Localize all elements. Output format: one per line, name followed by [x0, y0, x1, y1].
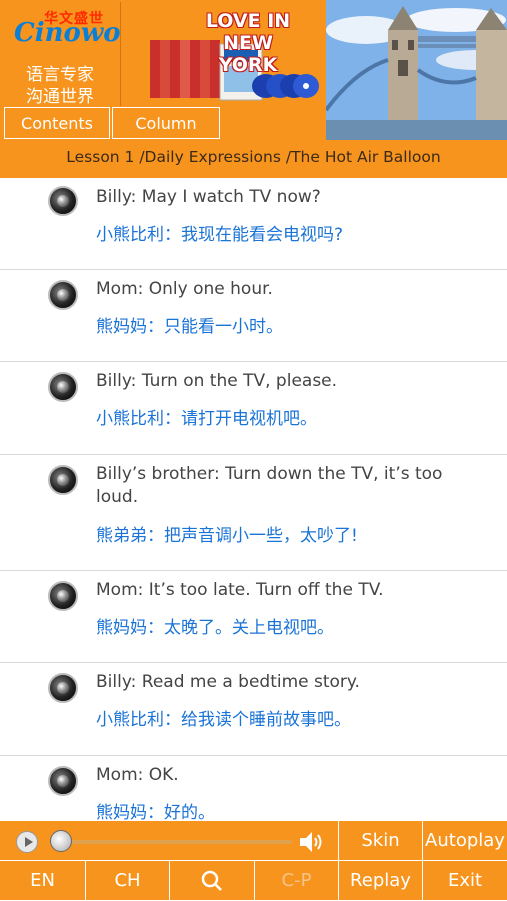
series-title: LOVE IN NEW YORK [198, 10, 298, 76]
english-line: Mom: OK. [96, 765, 179, 785]
search-button[interactable] [169, 860, 254, 900]
english-line: Mom: It’s too late. Turn off the TV. [96, 580, 384, 600]
english-button[interactable]: EN [0, 860, 85, 900]
progress-track[interactable] [62, 840, 292, 844]
chinese-line: 小熊比利：给我读个睡前故事吧。 [96, 710, 351, 730]
list-item[interactable]: Billy: Read me a bedtime story. 小熊比利：给我读… [0, 663, 507, 756]
contents-button[interactable]: Contents [4, 107, 110, 139]
chinese-line: 熊弟弟：把声音调小一些，太吵了! [96, 526, 358, 546]
column-button[interactable]: Column [112, 107, 220, 139]
play-icon[interactable] [16, 831, 38, 853]
speaker-icon[interactable] [48, 766, 78, 796]
list-item[interactable]: Billy: Turn on the TV, please. 小熊比利：请打开电… [0, 362, 507, 455]
chinese-line: 熊妈妈：好的。 [96, 803, 215, 820]
chinese-line: 熊妈妈：只能看一小时。 [96, 317, 283, 337]
english-line: Billy: May I watch TV now? [96, 187, 321, 207]
series-title-line-1: LOVE IN [205, 10, 291, 32]
english-line: Billy: Read me a bedtime story. [96, 672, 360, 692]
app-header: 华文盛世 Cinowo 语言专家 沟通世界 LOVE IN NEW YORK C… [0, 0, 507, 178]
search-icon [201, 870, 223, 891]
list-item[interactable]: Mom: OK. 熊妈妈：好的。 [0, 756, 507, 820]
chinese-line: 小熊比利：请打开电视机吧。 [96, 409, 317, 429]
chinese-line: 小熊比利：我现在能看会电视吗? [96, 225, 344, 245]
volume-icon[interactable] [298, 829, 326, 855]
player-toolbar: Skin Autoplay EN CH C-P Replay Exit [0, 820, 507, 900]
exit-button[interactable]: Exit [422, 860, 507, 900]
english-line: Billy’s brother: Turn down the TV, it’s … [96, 464, 443, 507]
audio-player [0, 820, 338, 860]
cinowo-logo: 华文盛世 Cinowo 语言专家 沟通世界 [4, 4, 121, 107]
english-line: Mom: Only one hour. [96, 279, 273, 299]
tower-bridge-photo [326, 0, 507, 140]
speaker-icon[interactable] [48, 581, 78, 611]
replay-button[interactable]: Replay [338, 860, 422, 900]
speaker-icon[interactable] [48, 372, 78, 402]
lesson-title: Lesson 1 /Daily Expressions /The Hot Air… [66, 148, 441, 166]
logo-wordmark: Cinowo [14, 18, 121, 48]
dialogue-list[interactable]: Billy: May I watch TV now? 小熊比利：我现在能看会电视… [0, 178, 507, 820]
speaker-icon[interactable] [48, 465, 78, 495]
chinese-button[interactable]: CH [85, 860, 169, 900]
tagline-line-2: 沟通世界 [26, 87, 94, 107]
speaker-icon[interactable] [48, 673, 78, 703]
progress-knob[interactable] [50, 830, 72, 852]
list-item[interactable]: Billy: May I watch TV now? 小熊比利：我现在能看会电视… [0, 178, 507, 270]
speaker-icon[interactable] [48, 186, 78, 216]
speaker-icon[interactable] [48, 280, 78, 310]
list-item[interactable]: Billy’s brother: Turn down the TV, it’s … [0, 455, 507, 571]
skin-button[interactable]: Skin [338, 820, 422, 860]
chinese-pinyin-button[interactable]: C-P [254, 860, 338, 900]
list-item[interactable]: Mom: Only one hour. 熊妈妈：只能看一小时。 [0, 270, 507, 362]
autoplay-button[interactable]: Autoplay [422, 820, 507, 860]
header-divider [120, 2, 121, 106]
series-title-line-2: NEW YORK [218, 32, 278, 76]
english-line: Billy: Turn on the TV, please. [96, 371, 338, 391]
chinese-line: 熊妈妈：太晚了。关上电视吧。 [96, 618, 334, 638]
list-item[interactable]: Mom: It’s too late. Turn off the TV. 熊妈妈… [0, 571, 507, 663]
